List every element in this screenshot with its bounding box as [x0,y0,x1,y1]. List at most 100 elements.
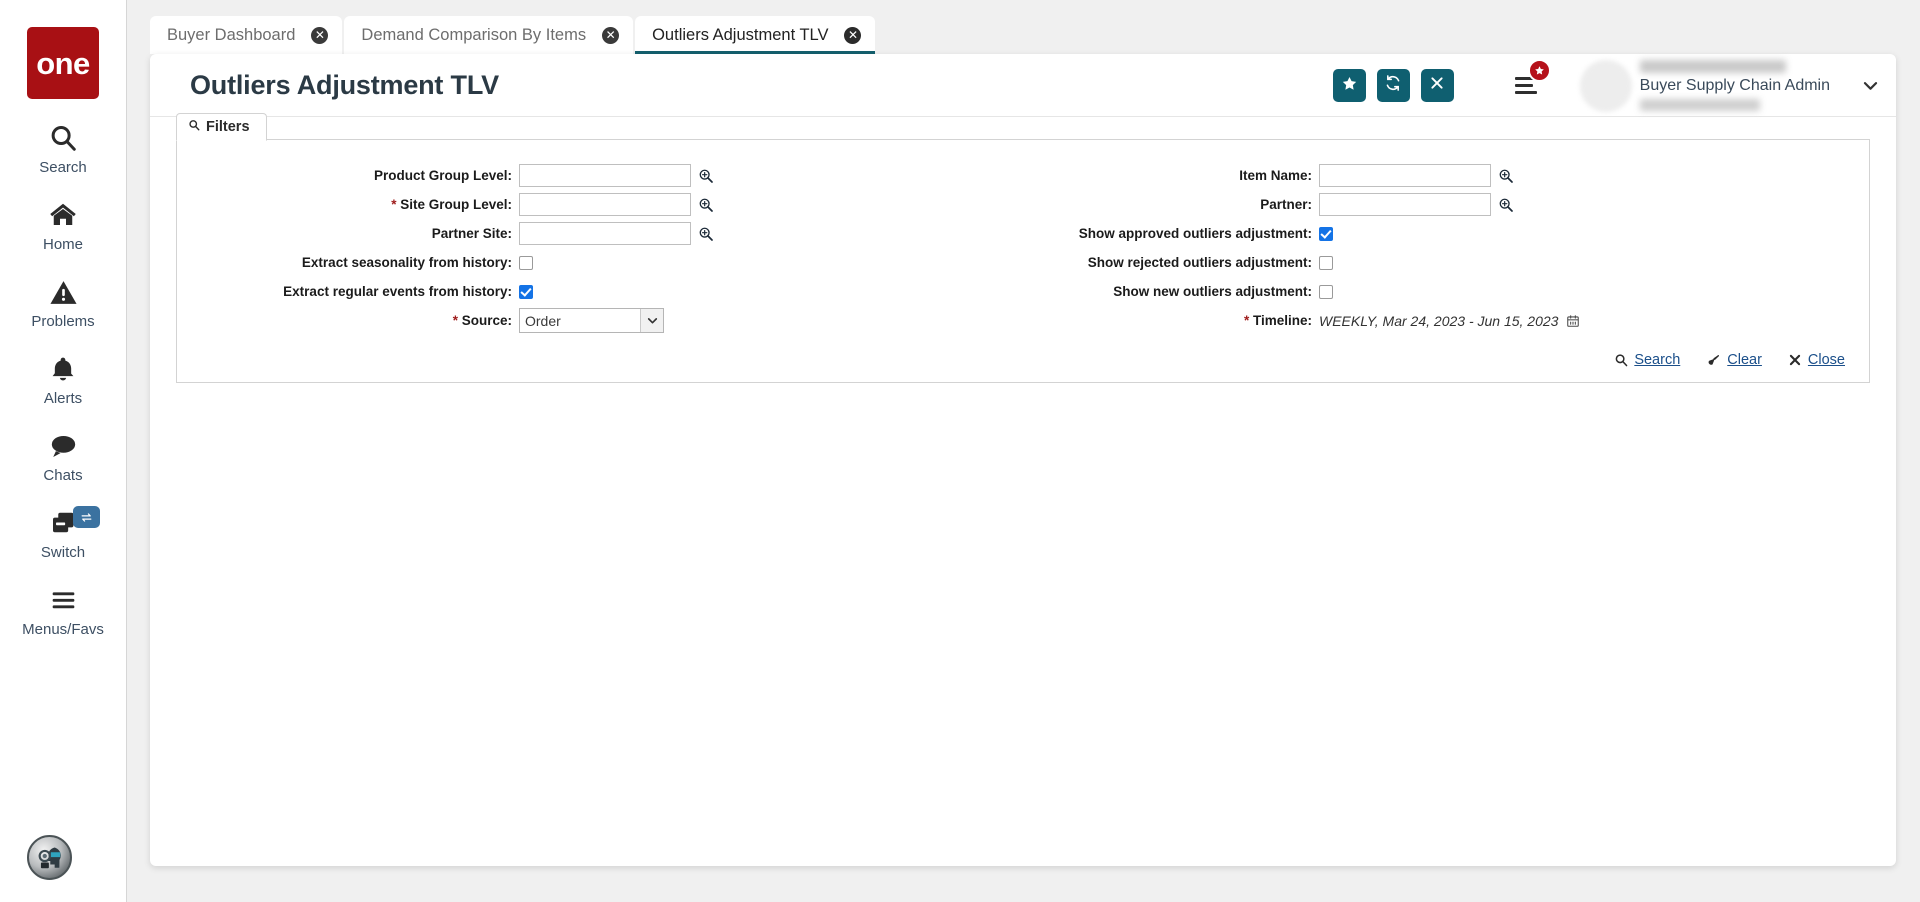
field-show-rejected-outliers: Show rejected outliers adjustment: [1023,249,1869,276]
field-item-name: Item Name: [1023,162,1869,189]
user-menu[interactable]: Buyer Supply Chain Admin [1579,55,1896,117]
sidebar-item-label: Alerts [43,390,83,407]
close-circle-icon[interactable]: ✕ [602,26,620,44]
refresh-button[interactable] [1376,69,1410,102]
magnifier-plus-icon[interactable] [698,226,714,242]
field-label: Partner: [1260,197,1312,212]
field-partner: Partner: [1023,191,1869,218]
sidebar-item-chats[interactable]: Chats [0,429,126,484]
field-show-approved-outliers: Show approved outliers adjustment: [1023,220,1869,247]
refresh-icon [1384,74,1402,97]
magnifier-plus-icon[interactable] [698,168,714,184]
header-actions: Buyer Supply Chain Admin [1332,54,1896,117]
sidebar-item-search[interactable]: Search [0,121,126,176]
sidebar-item-home[interactable]: Home [0,198,126,253]
app-logo-text: one [36,45,90,81]
field-label: Extract regular events from history: [283,284,512,299]
user-role: Buyer Supply Chain Admin [1639,77,1830,94]
main-area: Buyer Dashboard ✕ Demand Comparison By I… [127,0,1920,902]
sidebar-item-menus-favs[interactable]: Menus/Favs [0,583,126,638]
close-circle-icon[interactable]: ✕ [311,26,329,44]
required-marker: * [1243,313,1250,328]
source-select[interactable]: Order [519,308,664,333]
star-badge-icon [1527,58,1551,82]
source-select-value: Order [525,312,561,329]
search-icon [48,121,78,155]
required-marker: * [452,313,458,328]
field-label: Show approved outliers adjustment: [1078,226,1312,241]
ai-assistant-avatar-icon[interactable] [27,835,72,880]
swap-arrows-icon[interactable] [73,506,100,528]
filters-actions: Search Clear Close [177,346,1869,382]
field-label: * Site Group Level: [391,197,512,212]
close-button[interactable] [1420,69,1454,102]
calendar-icon[interactable] [1566,314,1580,328]
chevron-down-icon [640,309,663,332]
field-label: Show new outliers adjustment: [1113,284,1312,299]
hamburger-icon [48,583,79,617]
sidebar-item-label: Problems [31,313,95,330]
show-new-outliers-checkbox[interactable] [1319,284,1333,299]
sidebar-item-label: Switch [40,544,86,561]
left-nav-rail: one Search Home Problems Alerts Chats Sw… [0,0,127,902]
user-name-redacted [1639,60,1786,73]
home-icon [47,198,79,232]
required-marker: * [391,197,397,212]
partner-site-input[interactable] [519,222,691,245]
app-logo[interactable]: one [27,27,99,99]
sidebar-item-switch[interactable]: Switch [0,506,126,561]
filters-tab-label: Filters [206,119,250,135]
header-menu-button[interactable] [1503,58,1551,107]
field-show-new-outliers: Show new outliers adjustment: [1023,278,1869,305]
show-rejected-outliers-checkbox[interactable] [1319,255,1333,270]
tab-bar: Buyer Dashboard ✕ Demand Comparison By I… [127,0,1920,54]
x-icon [1429,75,1445,96]
sidebar-item-label: Chats [43,467,83,484]
search-link[interactable]: Search [1614,352,1680,368]
tab-label: Outliers Adjustment TLV [652,25,829,44]
extract-regular-events-checkbox[interactable] [519,284,533,299]
field-site-group-level: * Site Group Level: [177,191,1023,218]
tab-demand-comparison-by-items[interactable]: Demand Comparison By Items ✕ [344,16,634,54]
item-name-input[interactable] [1319,164,1491,187]
link-label: Close [1807,352,1845,368]
sidebar-item-label: Search [39,159,87,176]
field-timeline: * Timeline: WEEKLY, Mar 24, 2023 - Jun 1… [1023,307,1869,334]
favorite-button[interactable] [1332,69,1366,102]
extract-seasonality-checkbox[interactable] [519,255,533,270]
tab-buyer-dashboard[interactable]: Buyer Dashboard ✕ [150,16,343,54]
tab-outliers-adjustment-tlv[interactable]: Outliers Adjustment TLV ✕ [635,16,876,54]
eraser-icon [1706,353,1721,368]
partner-input[interactable] [1319,193,1491,216]
product-group-level-input[interactable] [519,164,691,187]
timeline-value-group[interactable]: WEEKLY, Mar 24, 2023 - Jun 15, 2023 [1319,313,1580,329]
page-card: Outliers Adjustment TLV Buyer Supply Cha… [150,54,1896,866]
show-approved-outliers-checkbox[interactable] [1319,226,1333,241]
filters-tab[interactable]: Filters [176,113,267,141]
field-label: Extract seasonality from history: [301,255,512,270]
field-label: Item Name: [1239,168,1312,183]
magnifier-plus-icon[interactable] [1498,168,1514,184]
page-title: Outliers Adjustment TLV [190,69,499,100]
sidebar-item-label: Menus/Favs [22,621,104,638]
sidebar-item-alerts[interactable]: Alerts [0,352,126,407]
site-group-level-input[interactable] [519,193,691,216]
clear-link[interactable]: Clear [1706,352,1762,368]
field-source: * Source: Order [177,307,1023,334]
search-icon [188,119,200,135]
field-label: * Source: [452,313,512,328]
chevron-down-icon[interactable] [1852,68,1888,104]
field-partner-site: Partner Site: [177,220,1023,247]
sidebar-item-problems[interactable]: Problems [0,275,126,330]
magnifier-plus-icon[interactable] [698,197,714,213]
field-extract-seasonality: Extract seasonality from history: [177,249,1023,276]
field-label: * Timeline: [1243,313,1312,328]
avatar [1579,59,1632,112]
warning-triangle-icon [48,275,79,309]
close-link[interactable]: Close [1788,352,1845,368]
filters-panel: Filters Product Group Level: * Site Grou… [176,113,1870,383]
tab-label: Demand Comparison By Items [361,25,587,44]
close-circle-icon[interactable]: ✕ [844,26,862,44]
magnifier-plus-icon[interactable] [1498,197,1514,213]
field-label: Partner Site: [431,226,512,241]
